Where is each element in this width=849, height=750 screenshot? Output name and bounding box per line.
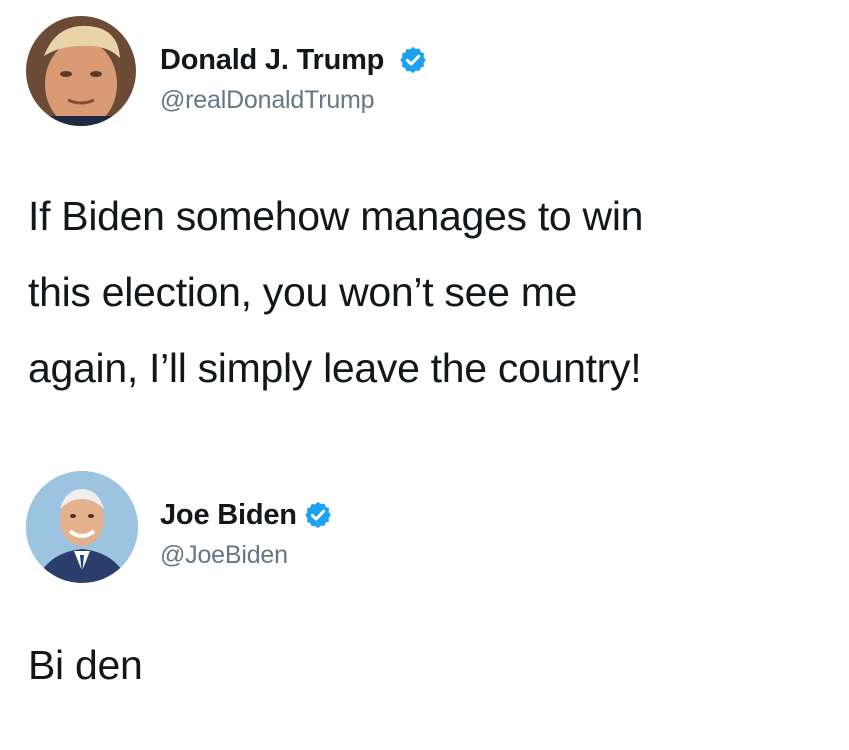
tweet-text-line: this election, you won’t see me [28, 269, 578, 315]
display-name[interactable]: Joe Biden [160, 499, 297, 532]
display-name[interactable]: Donald J. Trump [160, 44, 384, 77]
tweet-biden: Joe Biden @JoeBiden Bi den [0, 455, 849, 750]
avatar-portrait-icon [26, 471, 138, 583]
verified-badge-icon [398, 45, 428, 75]
tweet-text-line: If Biden somehow manages to win [28, 193, 644, 239]
tweet-text: If Biden somehow manages to win this ele… [28, 178, 828, 406]
avatar-portrait-icon [26, 16, 136, 126]
profile-avatar-trump[interactable] [26, 16, 136, 126]
verified-badge-icon [303, 500, 333, 530]
author-row: Donald J. Trump [160, 40, 428, 80]
tweet-text: Bi den [28, 627, 828, 703]
author-row: Joe Biden [160, 495, 333, 535]
tweet-text-line: Bi den [28, 642, 143, 688]
user-handle[interactable]: @JoeBiden [160, 541, 288, 570]
profile-avatar-biden[interactable] [26, 471, 138, 583]
user-handle[interactable]: @realDonaldTrump [160, 86, 375, 115]
tweet-text-line: again, I’ll simply leave the country! [28, 345, 642, 391]
tweet-trump: Donald J. Trump @realDonaldTrump If Bide… [0, 0, 849, 430]
